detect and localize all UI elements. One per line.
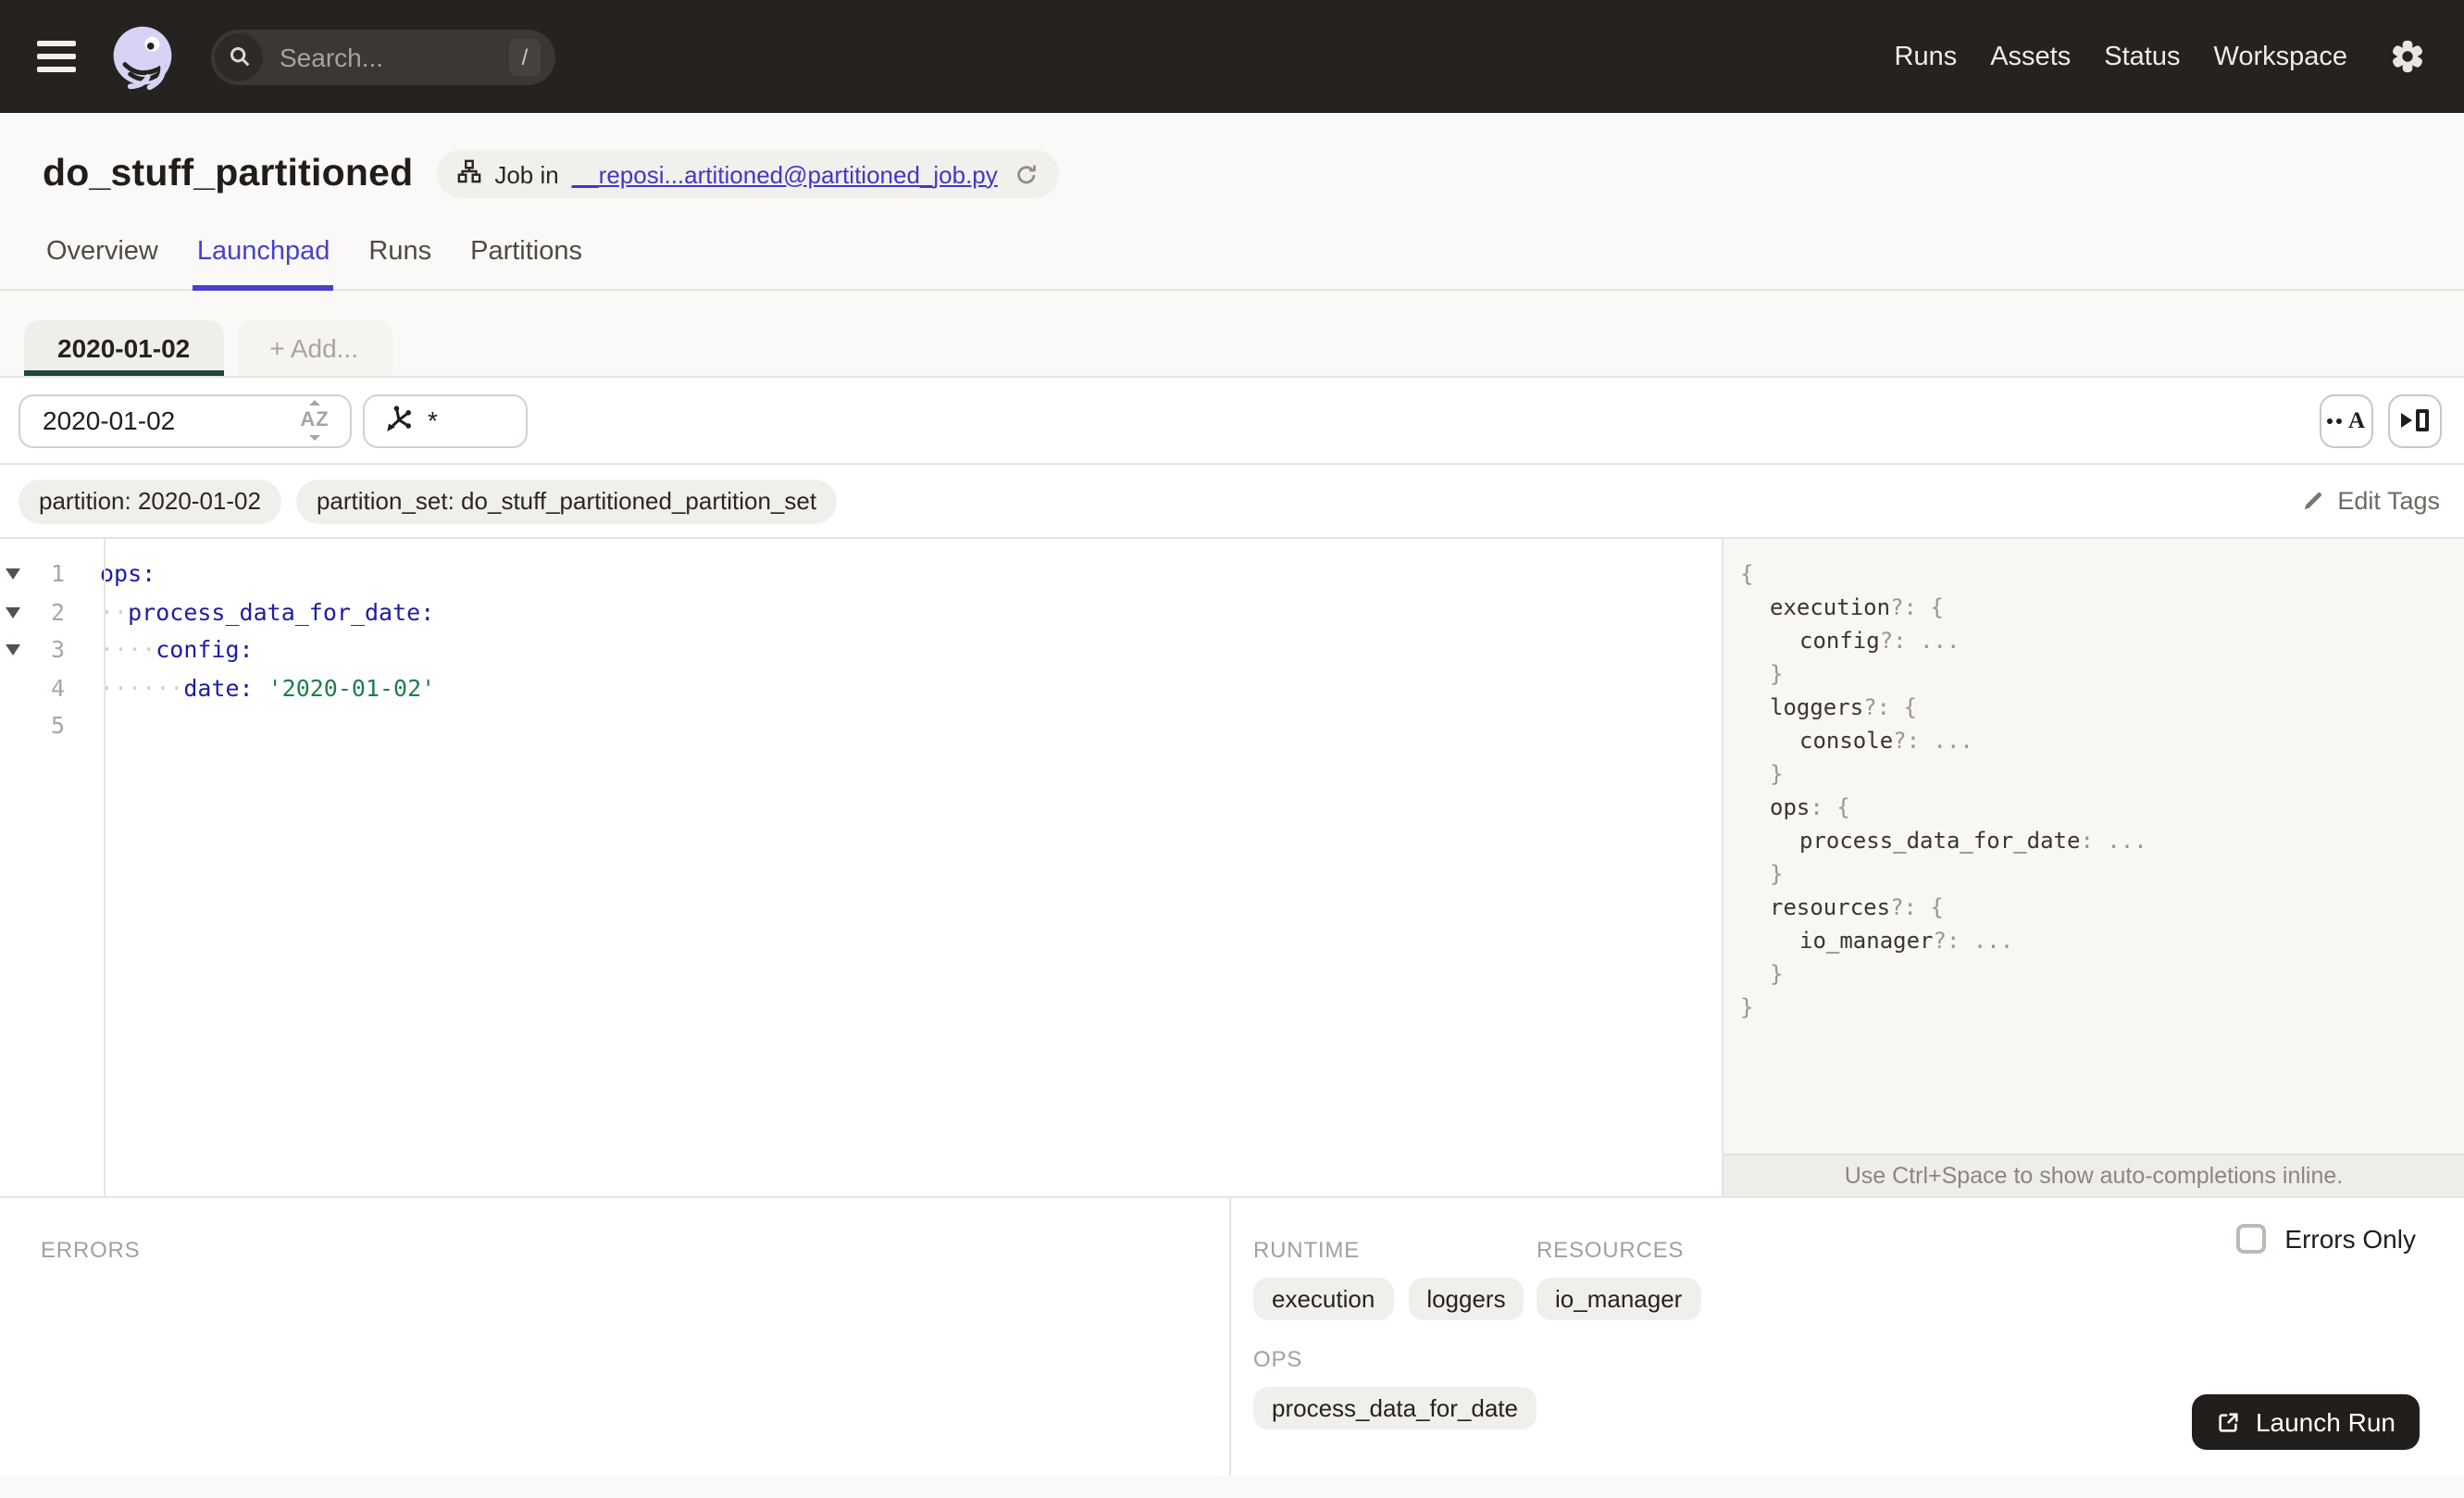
config-editor-region: 1 ops: 2 ··process_data_for_date: 3 ····confi… [0,539,2464,1196]
editor-line[interactable]: 5 [0,707,1722,745]
job-badge-prefix: Job in [494,160,559,188]
editor-line[interactable]: 3 ····config: [0,631,1722,669]
pencil-icon [2304,493,2321,510]
schema-line: } [1770,961,1784,987]
search-shortcut-badge: / [509,38,541,75]
schema-line: { [1740,561,1754,587]
errors-only-toggle: Errors Only [2236,1224,2416,1254]
schema-line: process_data_for_date: ... [1799,828,2147,854]
fold-arrow-icon[interactable] [6,606,20,618]
header-band: do_stuff_partitioned Job in __reposi...a… [0,113,2464,291]
config-tab-strip: 2020-01-02 + Add... [0,291,2464,378]
fold-arrow-icon[interactable] [6,644,20,655]
job-file-link[interactable]: __reposi...artitioned@partitioned_job.py [572,160,998,188]
page-tabs: Overview Launchpad Runs Partitions [0,226,2464,291]
schema-line: resources?: { [1770,894,1944,920]
edit-tags-button[interactable]: Edit Tags [2300,487,2440,515]
editor-lines: 1 ops: 2 ··process_data_for_date: 3 ····confi… [0,556,1722,745]
schema-line: execution?: { [1770,594,1944,620]
schema-line: config?: ... [1799,628,1960,654]
schema-line: } [1770,761,1784,787]
add-config-tab-button[interactable]: + Add... [236,320,392,376]
schema-line: io_manager?: ... [1799,928,2014,954]
launchpad-toolbar: 2020-01-02 AZ * A [0,378,2464,465]
gear-icon[interactable] [2390,39,2425,74]
dagster-logo-icon[interactable] [107,21,178,92]
errors-only-label: Errors Only [2284,1224,2416,1254]
line-number: 2 [50,597,65,625]
op-selector-value: * [428,406,438,435]
schema-line: ops: { [1770,794,1850,820]
op-selector-input[interactable]: * [363,393,528,447]
tab-overview[interactable]: Overview [43,226,162,289]
line-number: 3 [50,635,65,663]
top-bar: Search... / Runs Assets Status Workspace [0,0,2464,113]
dots-a-icon: A [2327,406,2365,434]
schema-line: } [1770,861,1784,887]
partition-select-value: 2020-01-02 [43,406,176,435]
line-number: 1 [50,559,65,587]
nav-assets[interactable]: Assets [1990,42,2071,71]
schema-lines: { execution?: { config?: ...} loggers?: { co… [1724,539,2464,1024]
config-section-chip[interactable]: execution [1253,1278,1394,1320]
resources-chips: io_manager [1537,1278,1701,1320]
schema-line: loggers?: { [1770,694,1917,720]
editor-line[interactable]: 4 ······date: '2020-01-02' [0,669,1722,707]
config-schema-panel: { execution?: { config?: ...} loggers?: { co… [1722,539,2464,1196]
nav-status[interactable]: Status [2104,42,2180,71]
nav-workspace[interactable]: Workspace [2213,42,2347,71]
op-graph-icon [383,403,413,438]
partition-select-input[interactable]: 2020-01-02 AZ [19,393,352,447]
schema-line: console?: ... [1799,728,1973,754]
whitespace-toggle-button[interactable] [2388,393,2442,447]
search-placeholder: Search... [280,42,384,71]
launch-icon [2220,1412,2239,1431]
play-rect-icon [2401,409,2429,431]
tab-runs[interactable]: Runs [365,226,435,289]
schema-line: } [1740,994,1754,1020]
tab-launchpad[interactable]: Launchpad [193,226,334,291]
config-section-chip[interactable]: io_manager [1537,1278,1701,1320]
schema-line: } [1770,661,1784,687]
editor-line[interactable]: 2 ··process_data_for_date: [0,593,1722,631]
search-icon [215,32,263,81]
top-nav: Runs Assets Status Workspace [1895,42,2348,71]
menu-icon[interactable] [33,33,80,80]
reload-icon[interactable] [1014,162,1039,186]
tab-partitions[interactable]: Partitions [467,226,586,289]
runtime-label: RUNTIME [1253,1237,1360,1263]
errors-only-checkbox[interactable] [2236,1224,2267,1254]
line-number: 4 [50,673,65,701]
line-number: 5 [50,711,65,739]
runtime-chips: execution loggers [1253,1278,1537,1320]
fold-arrow-icon[interactable] [6,568,20,580]
launch-run-button[interactable]: Launch Run [2192,1394,2420,1450]
bottom-panel: ERRORS RUNTIME execution loggers RESOURCE… [0,1196,2464,1476]
config-section-chip[interactable]: loggers [1408,1278,1524,1320]
resources-label: RESOURCES [1537,1237,1685,1263]
config-tab-active[interactable]: 2020-01-02 [24,320,224,376]
sort-az-icon: AZ [296,400,333,441]
job-origin-badge: Job in __reposi...artitioned@partitioned… [437,150,1059,198]
nav-runs[interactable]: Runs [1895,42,1958,71]
workflow-icon [457,159,481,189]
page-title: do_stuff_partitioned [43,152,414,194]
app-root: Search... / Runs Assets Status Workspace do… [0,0,2464,1498]
config-section-chip[interactable]: process_data_for_date [1253,1387,1537,1429]
errors-label: ERRORS [41,1237,141,1263]
editor-line[interactable]: 1 ops: [0,556,1722,593]
autocomplete-hint: Use Ctrl+Space to show auto-completions … [1724,1154,2464,1196]
yaml-editor[interactable]: 1 ops: 2 ··process_data_for_date: 3 ····confi… [0,539,1722,1196]
search-input[interactable]: Search... / [211,29,555,84]
tag-pill: partition: 2020-01-02 [19,479,281,523]
tags-row: partition: 2020-01-02 partition_set: do_s… [0,465,2464,539]
tag-pill: partition_set: do_stuff_partitioned_part… [295,479,838,523]
ops-label: OPS [1253,1346,1303,1372]
errors-pane: ERRORS [0,1198,1231,1476]
autocomplete-button[interactable]: A [2320,393,2373,447]
